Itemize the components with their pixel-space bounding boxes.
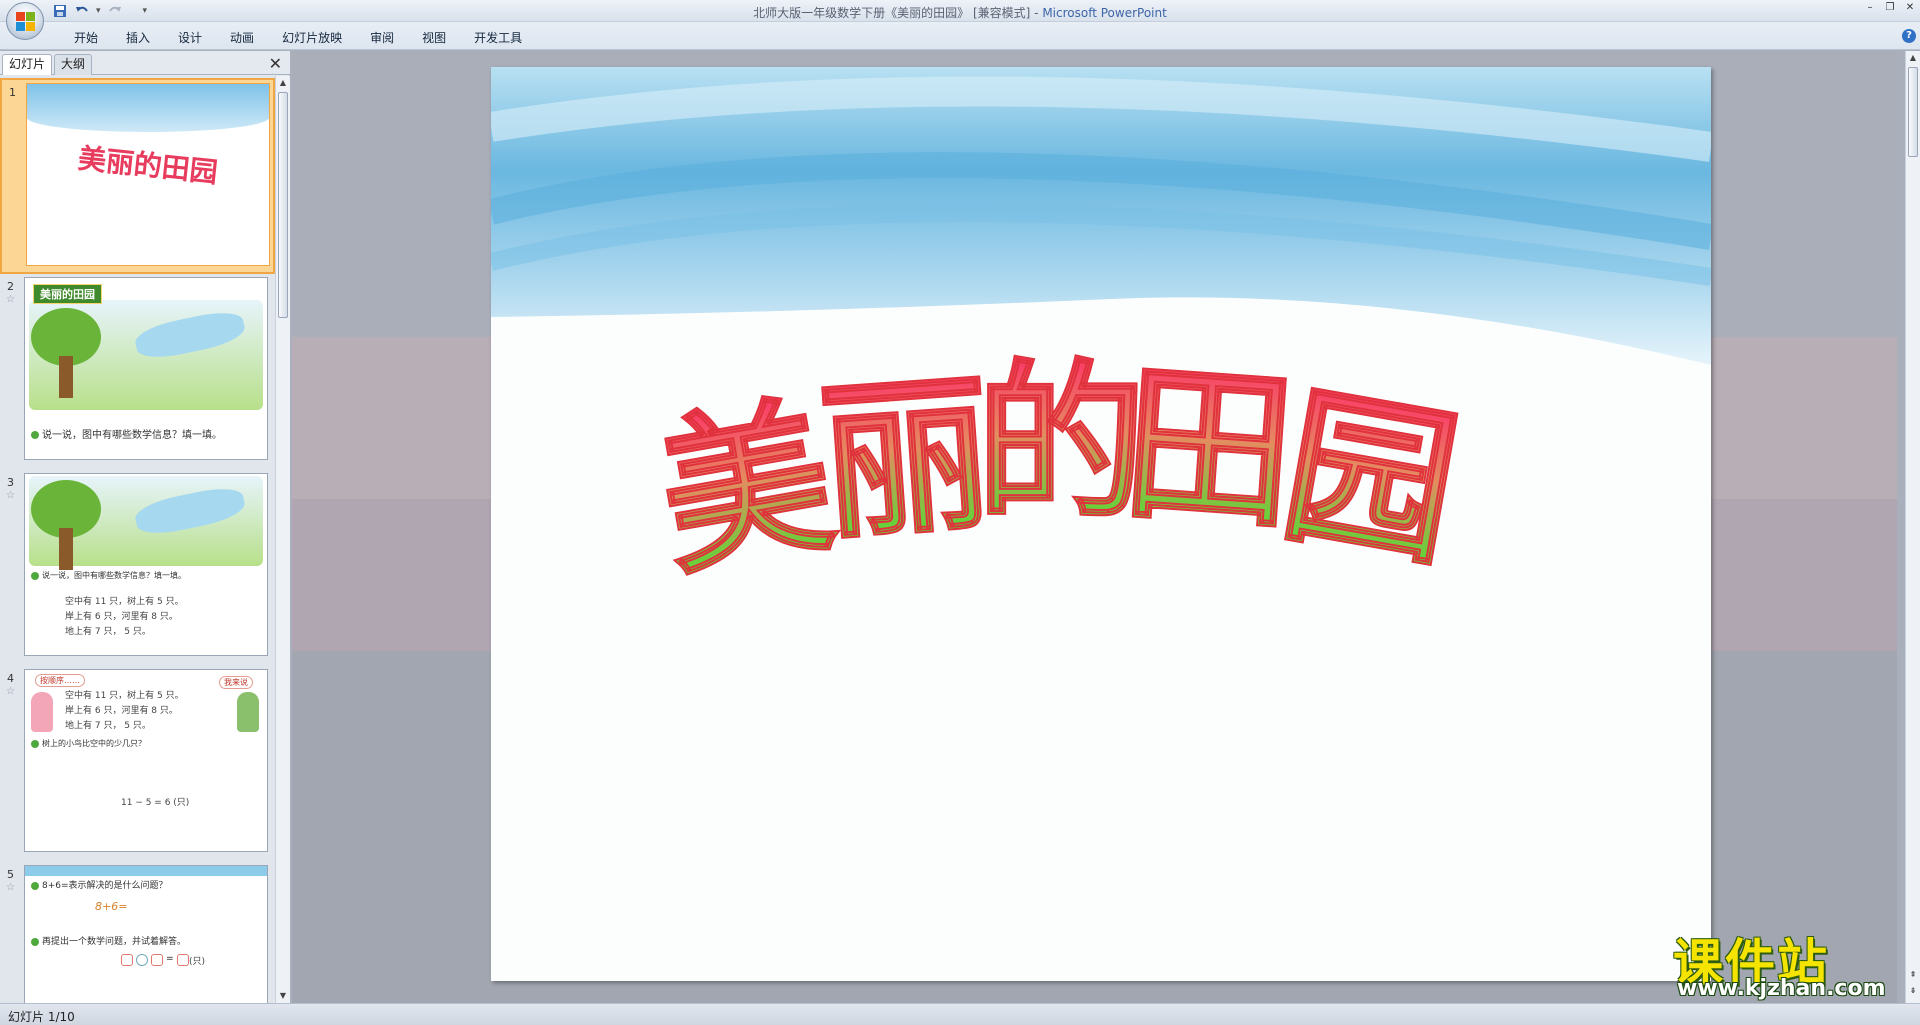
animation-star-icon: ☆ [6,490,15,501]
title-glyph: 园 [1270,367,1472,592]
girl-illustration [31,692,53,732]
slide-number: 4 [7,672,14,685]
thumbnail-title: 美丽的田园 [76,141,220,190]
scroll-down-icon[interactable]: ▼ [276,989,290,1003]
tree-illustration [31,480,101,570]
tab-home[interactable]: 开始 [60,29,112,47]
slide-number: 3 [7,476,14,489]
thumbnail-equation: 11 − 5 = 6 (只) [121,798,190,808]
tree-illustration [31,308,101,398]
thumbnail-line-1: 空中有 11 只，树上有 5 只。 [65,597,184,607]
slides-pane: 幻灯片 大纲 ✕ 1 美丽的田园 2 ☆ 美丽的田园 说一说，图中有哪些数学信息… [0,51,290,1003]
ribbon-tabs: 开始 插入 设计 动画 幻灯片放映 审阅 视图 开发工具 [60,29,536,47]
current-slide[interactable]: 美丽的田园 [491,67,1711,981]
ribbon: 开始 插入 设计 动画 幻灯片放映 审阅 视图 开发工具 ? [0,22,1920,50]
slide-thumbnails: 1 美丽的田园 2 ☆ 美丽的田园 说一说，图中有哪些数学信息？填一填。 3 ☆ [0,76,275,1003]
title-bar: ▾ ▾ 北师大版一年级数学下册《美丽的田园》 [兼容模式] - Microsof… [0,0,1920,22]
pane-tabs: 幻灯片 大纲 ✕ [0,51,290,75]
slide-thumbnail-2[interactable]: 2 ☆ 美丽的田园 说一说，图中有哪些数学信息？填一填。 [0,274,275,470]
thumbnail-frame: 美丽的田园 [26,83,270,266]
bullet-icon [31,937,39,946]
thumbnail-line-2: 岸上有 6 只，河里有 8 只。 [65,706,178,716]
help-icon[interactable]: ? [1902,29,1916,43]
thumbnail-unit: (只) [189,957,206,967]
slide-thumbnail-3[interactable]: 3 ☆ 说一说，图中有哪些数学信息？填一填。 空中有 11 只，树上有 5 只。… [0,470,275,666]
scroll-up-icon[interactable]: ▲ [276,76,290,90]
slide-counter: 幻灯片 1/10 [8,1010,75,1024]
speech-bubble-left: 按顺序…… [35,674,85,687]
thumbnail-banner: 美丽的田园 [33,284,102,304]
tab-slides[interactable]: 幻灯片 [2,54,53,75]
close-icon[interactable]: ✕ [1904,2,1916,14]
header-strip [25,866,267,876]
thumbnail-question: 说一说，图中有哪些数学信息？填一填。 [31,426,222,441]
tab-outline[interactable]: 大纲 [54,54,93,75]
watermark-url: www.kjzhan.com [1677,976,1886,1001]
vertical-scrollbar[interactable]: ▲ ⇞ ⇟ [1905,51,1920,1003]
office-logo-icon [16,12,36,32]
window-title: 北师大版一年级数学下册《美丽的田园》 [兼容模式] - Microsoft Po… [0,4,1920,21]
watermark-logo: 课件站 www.kjzhan.com [1667,923,1903,1003]
bullet-icon [31,571,39,580]
thumbnail-frame: 按顺序…… 我来说 空中有 11 只，树上有 5 只。 岸上有 6 只，河里有 … [24,669,268,852]
office-button[interactable] [6,2,44,40]
thumbnail-question: 说一说，图中有哪些数学信息？填一填。 [31,570,186,581]
thumbnail-frame: 美丽的田园 说一说，图中有哪些数学信息？填一填。 [24,277,268,460]
animation-star-icon: ☆ [6,686,15,697]
title-glyph: 丽 [814,354,997,563]
thumbnail-frame: 8+6=表示解决的是什么问题？ 8+6= 再提出一个数学问题，并试着解答。 = … [24,865,268,1003]
restore-icon[interactable]: ❐ [1884,2,1896,14]
tab-design[interactable]: 设计 [164,29,216,47]
thumbnail-formula: 8+6= [95,900,128,913]
next-slide-icon[interactable]: ⇟ [1907,985,1919,997]
previous-slide-icon[interactable]: ⇞ [1907,969,1919,981]
app-name: Microsoft PowerPoint [1042,6,1167,20]
boy-illustration [237,692,259,732]
document-title: 北师大版一年级数学下册《美丽的田园》 [兼容模式] - [753,6,1039,20]
tab-slide-show[interactable]: 幻灯片放映 [268,29,356,47]
title-glyph: 田 [1117,344,1300,553]
thumbnail-question: 树上的小鸟比空中的少几只？ [31,738,146,749]
window-controls: – ❐ ✕ [1864,2,1916,14]
slide-thumbnail-1[interactable]: 1 美丽的田园 [0,78,275,274]
slide-thumbnail-5[interactable]: 5 ☆ 8+6=表示解决的是什么问题？ 8+6= 再提出一个数学问题，并试着解答… [0,862,275,1003]
close-pane-icon[interactable]: ✕ [269,54,282,73]
scroll-thumb[interactable] [1908,67,1918,157]
bullet-icon [31,739,39,748]
thumbnail-line-1: 空中有 11 只，树上有 5 只。 [65,691,184,701]
slide-number: 5 [7,868,14,881]
bullet-icon [31,431,39,439]
tab-review[interactable]: 审阅 [356,29,408,47]
thumbnail-line-3: 地上有 7 只， 5 只。 [65,627,151,637]
tab-view[interactable]: 视图 [408,29,460,47]
speech-bubble-right: 我来说 [219,676,253,689]
scroll-thumb[interactable] [278,92,288,318]
slide-title-art: 美丽的田园 [644,343,1472,602]
tab-insert[interactable]: 插入 [112,29,164,47]
thumbnail-question: 8+6=表示解决的是什么问题？ [31,878,168,891]
thumbnail-frame: 说一说，图中有哪些数学信息？填一填。 空中有 11 只，树上有 5 只。 岸上有… [24,473,268,656]
animation-star-icon: ☆ [6,882,15,893]
thumbnail-line-3: 地上有 7 只， 5 只。 [65,721,151,731]
slide-number: 2 [7,280,14,293]
sky-background [27,84,269,132]
tab-developer[interactable]: 开发工具 [460,29,536,47]
answer-boxes: = [121,954,189,966]
minimize-icon[interactable]: – [1864,2,1876,14]
slide-thumbnail-4[interactable]: 4 ☆ 按顺序…… 我来说 空中有 11 只，树上有 5 只。 岸上有 6 只，… [0,666,275,862]
thumbnail-question-2: 再提出一个数学问题，并试着解答。 [31,934,186,947]
bullet-icon [31,881,39,890]
slide-number: 1 [9,86,16,99]
tab-animations[interactable]: 动画 [216,29,268,47]
animation-star-icon: ☆ [6,294,15,305]
scroll-up-icon[interactable]: ▲ [1906,51,1920,65]
status-bar: 幻灯片 1/10 [0,1003,1920,1025]
thumbnail-line-2: 岸上有 6 只，河里有 8 只。 [65,612,178,622]
thumbnail-scrollbar[interactable]: ▲ ▼ [275,76,290,1003]
